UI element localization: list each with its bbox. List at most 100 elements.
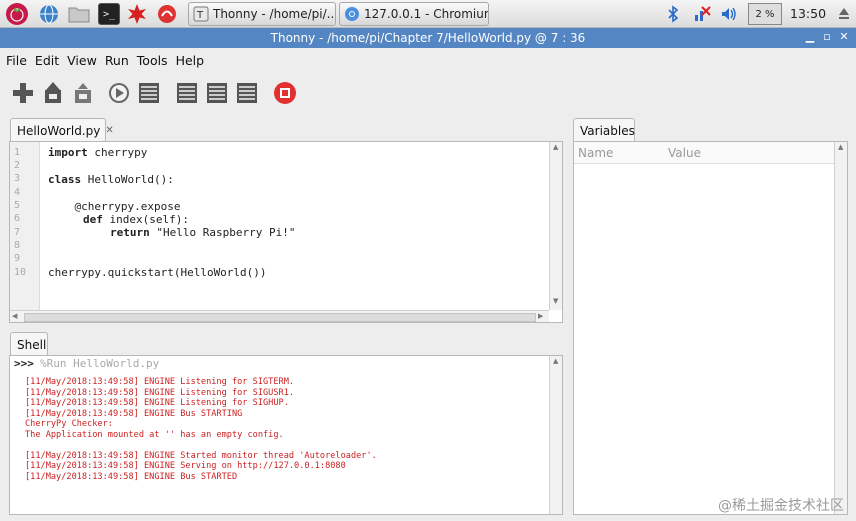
network-disconnected-icon[interactable] <box>693 5 711 27</box>
tab-variables[interactable]: Variables <box>573 118 635 142</box>
raspberry-menu-icon[interactable] <box>6 3 28 25</box>
web-browser-icon[interactable] <box>38 3 60 25</box>
code-keyword: def <box>83 213 103 226</box>
menu-tools[interactable]: Tools <box>137 53 168 68</box>
shell-output-line: [11/May/2018:13:49:58] ENGINE Bus STARTE… <box>25 471 238 482</box>
svg-text:T: T <box>196 10 204 21</box>
terminal-icon[interactable]: >_ <box>98 3 120 25</box>
volume-icon[interactable] <box>720 5 738 27</box>
save-icon <box>75 83 91 103</box>
shell-output-line: [11/May/2018:13:49:58] ENGINE Listening … <box>25 377 295 387</box>
menu-file[interactable]: File <box>6 53 27 68</box>
scroll-right-icon[interactable]: ▶ <box>538 312 543 320</box>
line-number: 6 <box>14 213 21 224</box>
debug-button[interactable] <box>136 80 162 106</box>
thonny-icon: T <box>193 6 209 22</box>
tab-shell[interactable]: Shell <box>10 332 48 356</box>
scroll-up-icon[interactable]: ▲ <box>838 143 843 151</box>
line-number-gutter: 1 2 3 4 5 6 7 8 9 10 <box>10 142 40 310</box>
code-text: index(self): <box>102 213 189 226</box>
shell-vertical-scrollbar[interactable]: ▲ <box>549 356 562 514</box>
new-file-button[interactable] <box>10 80 36 106</box>
step-into-icon <box>207 83 227 103</box>
tab-helloworld[interactable]: HelloWorld.py ✕ <box>10 118 114 142</box>
line-number: 7 <box>14 227 21 238</box>
menu-view[interactable]: View <box>67 53 97 68</box>
tab-label: HelloWorld.py <box>17 123 101 138</box>
line-number: 9 <box>14 253 21 264</box>
taskbar-task-chromium[interactable]: 127.0.0.1 - Chromium <box>339 2 489 26</box>
line-number: 1 <box>14 147 21 158</box>
scrollbar-thumb[interactable] <box>24 313 536 322</box>
plus-icon <box>13 83 33 103</box>
close-tab-icon[interactable]: ✕ <box>105 125 113 136</box>
play-icon <box>109 83 129 103</box>
run-button[interactable] <box>106 80 132 106</box>
menu-bar: File Edit View Run Tools Help <box>0 48 856 72</box>
variables-header: Name Value <box>574 142 834 164</box>
column-value[interactable]: Value <box>668 146 701 160</box>
line-number: 3 <box>14 173 21 184</box>
line-number: 2 <box>14 160 21 171</box>
file-manager-icon[interactable] <box>68 3 90 25</box>
step-out-button[interactable] <box>234 80 260 106</box>
taskbar-task-label: 127.0.0.1 - Chromium <box>364 7 489 21</box>
code-line: return "Hello Raspberry Pi!" <box>110 226 295 239</box>
code-keyword: return <box>110 226 150 239</box>
shell-output-line: CherryPy Checker: <box>25 419 113 429</box>
shell-command: %Run HelloWorld.py <box>40 357 160 370</box>
bluetooth-icon[interactable] <box>667 5 679 27</box>
editor-horizontal-scrollbar[interactable]: ◀ ▶ <box>10 310 549 322</box>
close-icon[interactable]: ✕ <box>837 30 851 44</box>
scroll-up-icon[interactable]: ▲ <box>553 357 558 365</box>
variables-vertical-scrollbar[interactable]: ▲ <box>834 142 847 514</box>
open-file-button[interactable] <box>40 80 66 106</box>
maximize-icon[interactable]: ▫ <box>820 30 834 44</box>
shell-output-line: [11/May/2018:13:49:58] ENGINE Listening … <box>25 398 289 408</box>
taskbar-task-label: Thonny - /home/pi/... <box>213 7 336 21</box>
step-over-button[interactable] <box>174 80 200 106</box>
code-line: import cherrypy <box>48 146 147 159</box>
menu-edit[interactable]: Edit <box>35 53 59 68</box>
scroll-down-icon[interactable]: ▼ <box>553 297 558 305</box>
chromium-icon <box>345 7 359 21</box>
menu-run[interactable]: Run <box>105 53 129 68</box>
code-keyword: import <box>48 146 88 159</box>
code-line: @cherrypy.expose <box>48 200 181 213</box>
shell-prompt: >>> <box>14 357 34 370</box>
save-button[interactable] <box>70 80 96 106</box>
variables-panel[interactable] <box>573 141 848 515</box>
code-line: class HelloWorld(): <box>48 173 174 186</box>
step-into-button[interactable] <box>204 80 230 106</box>
shell-output-line: [11/May/2018:13:49:58] ENGINE Started mo… <box>25 450 377 461</box>
code-keyword: class <box>48 173 82 186</box>
shell-output-line: [11/May/2018:13:49:58] ENGINE Listening … <box>25 387 295 398</box>
menu-help[interactable]: Help <box>176 53 205 68</box>
minimize-icon[interactable]: ▁ <box>803 30 817 44</box>
editor-vertical-scrollbar[interactable]: ▲ ▼ <box>549 142 562 310</box>
step-over-icon <box>177 83 197 103</box>
column-name[interactable]: Name <box>578 146 613 160</box>
wolfram-icon[interactable] <box>156 3 178 25</box>
debug-icon <box>139 83 159 103</box>
shell-output-line: The Application mounted at '' has an emp… <box>25 429 284 440</box>
code-text: HelloWorld(): <box>81 173 174 186</box>
eject-icon[interactable] <box>838 6 850 22</box>
line-number: 10 <box>14 267 27 278</box>
scroll-up-icon[interactable]: ▲ <box>553 143 558 151</box>
cpu-monitor[interactable]: 2 % <box>748 3 782 25</box>
code-text: cherrypy <box>87 146 148 159</box>
taskbar-task-thonny[interactable]: T Thonny - /home/pi/... <box>188 2 336 26</box>
shell-output-line: [11/May/2018:13:49:58] ENGINE Serving on… <box>25 461 346 471</box>
step-out-icon <box>237 83 257 103</box>
scroll-left-icon[interactable]: ◀ <box>12 312 17 320</box>
line-number: 8 <box>14 240 21 251</box>
code-line: cherrypy.quickstart(HelloWorld()) <box>48 266 267 279</box>
clock[interactable]: 13:50 <box>790 6 826 21</box>
watermark: @稀土掘金技术社区 <box>718 498 844 514</box>
mathematica-icon[interactable] <box>126 3 148 25</box>
shell-output-line: [11/May/2018:13:49:58] ENGINE Bus STARTI… <box>25 408 243 419</box>
stop-button[interactable] <box>272 80 298 106</box>
stop-icon <box>274 82 296 104</box>
window-title: Thonny - /home/pi/Chapter 7/HelloWorld.p… <box>0 28 856 48</box>
